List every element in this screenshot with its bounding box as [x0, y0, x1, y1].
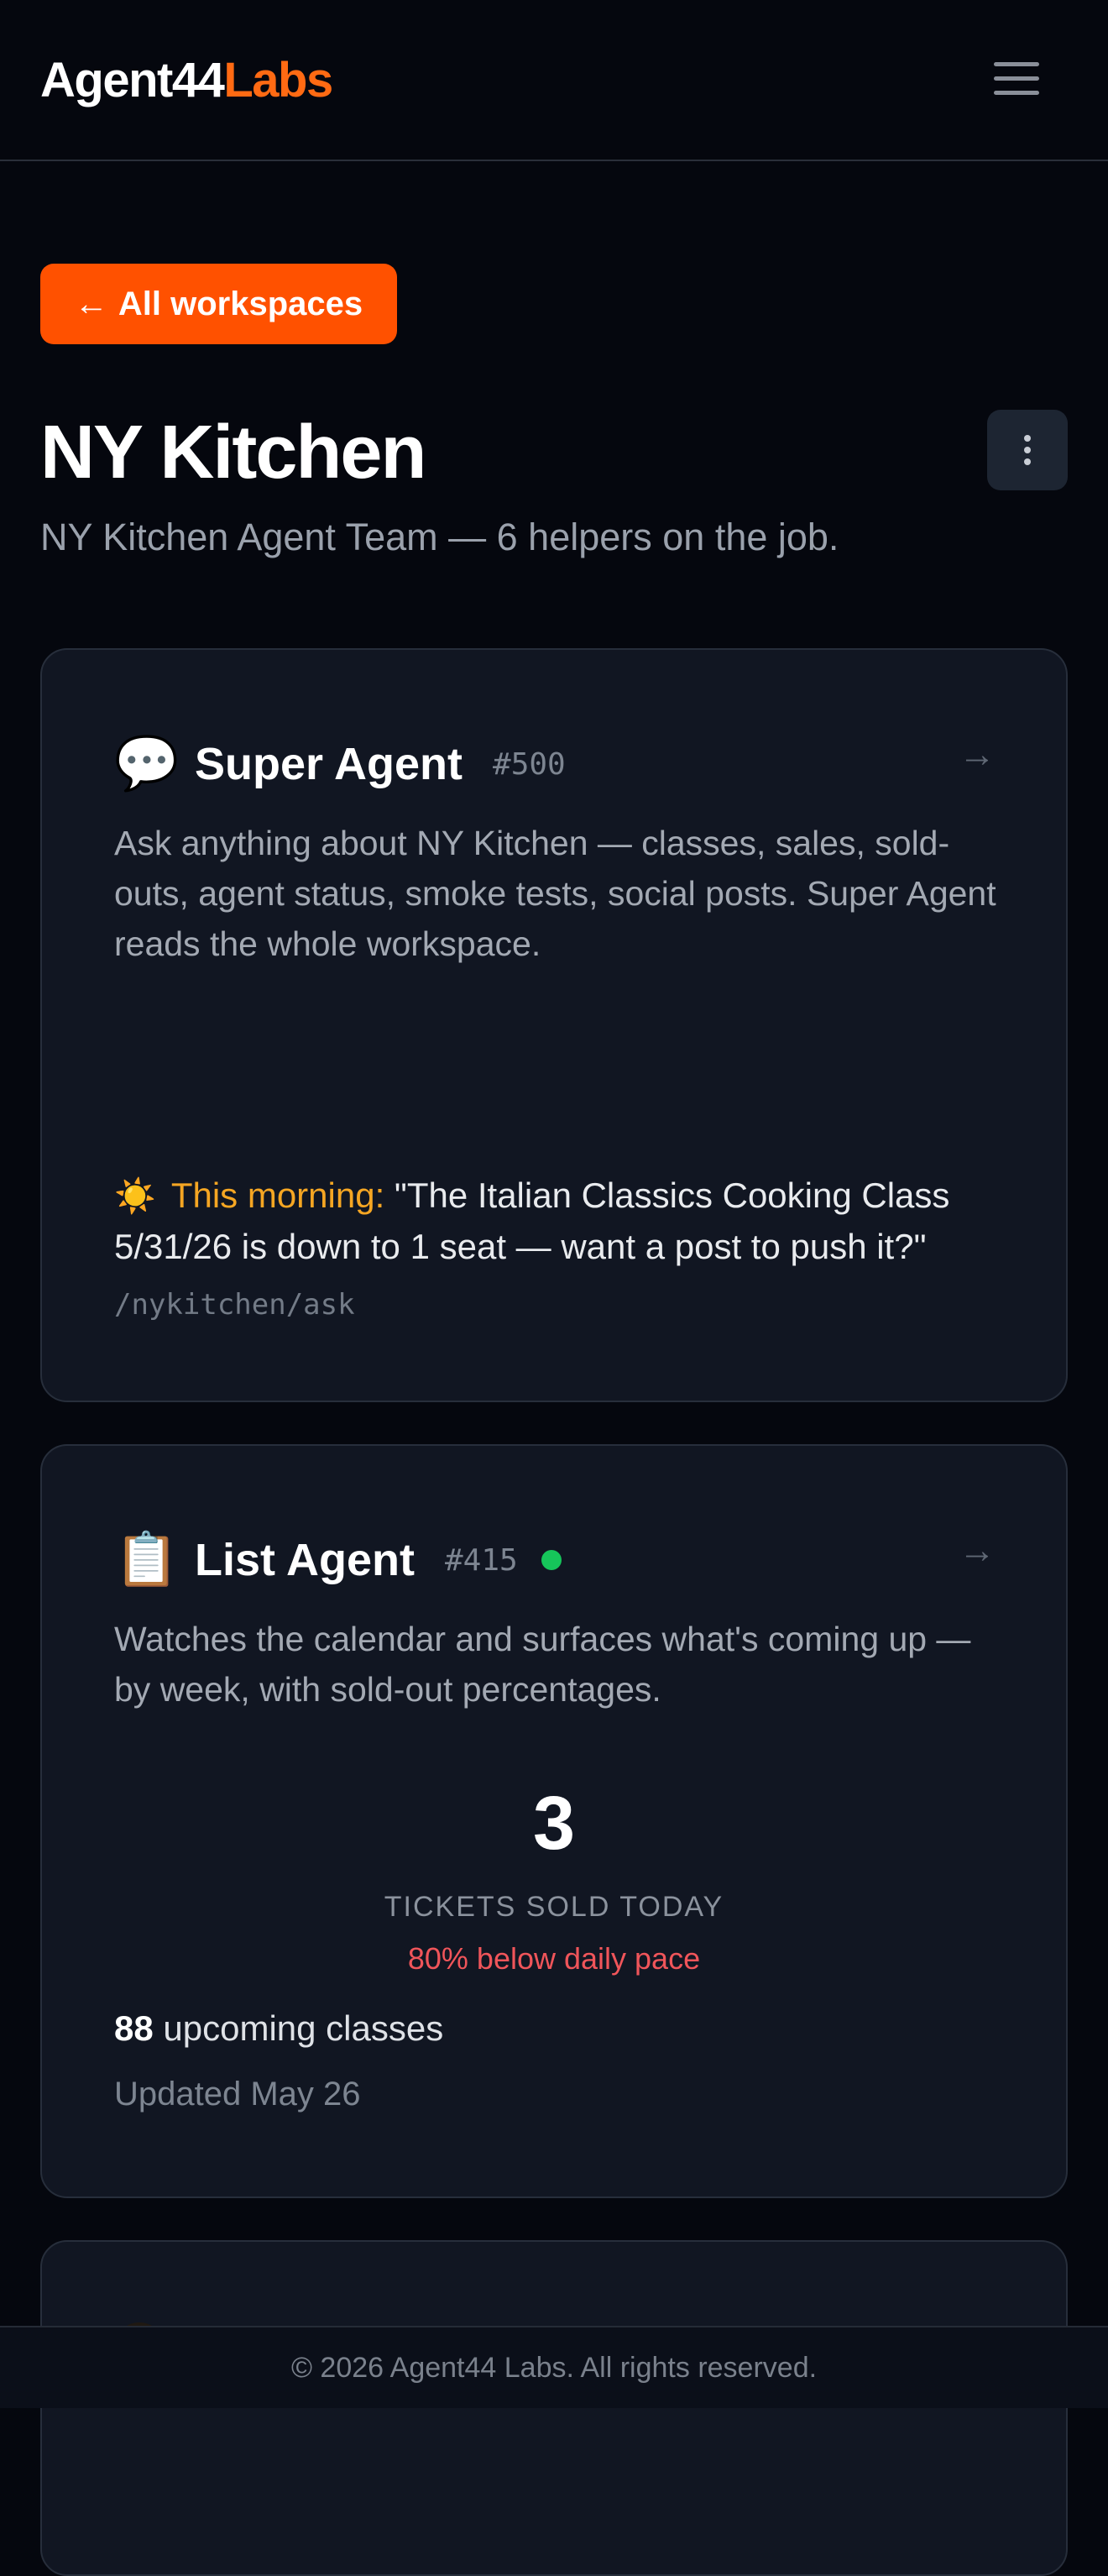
agent-name: Super Agent — [195, 739, 463, 789]
tickets-sold-value: 3 — [532, 1782, 576, 1866]
agent-name: List Agent — [195, 1535, 415, 1585]
upcoming-classes: 88 upcoming classes — [114, 2008, 443, 2049]
page-title: NY Kitchen — [40, 411, 426, 495]
speech-bubble-icon: 💬 — [114, 735, 180, 793]
agent-card-partial[interactable] — [40, 2240, 1068, 2576]
arrow-left-icon: ← — [74, 285, 108, 322]
arrow-right-icon[interactable]: → — [959, 1530, 996, 1572]
clipboard-icon: 📋 — [114, 1531, 180, 1589]
brand-logo[interactable]: Agent44Labs — [40, 49, 333, 113]
agent-description: Watches the calendar and surfaces what's… — [114, 1620, 971, 1709]
upcoming-count: 88 — [114, 2008, 154, 2048]
top-navbar: Agent44Labs — [0, 0, 1108, 161]
all-workspaces-button[interactable]: ← All workspaces — [40, 264, 397, 344]
status-online-dot — [541, 1550, 562, 1570]
hamburger-menu-icon[interactable] — [990, 59, 1044, 101]
more-vertical-icon[interactable] — [987, 410, 1068, 490]
morning-label: This morning: — [170, 1175, 385, 1215]
tickets-sold-label: TICKETS SOLD TODAY — [384, 1891, 724, 1923]
agent-card-list-agent[interactable]: 📋 List Agent #415 → Watches the calendar… — [40, 1444, 1068, 2198]
updated-timestamp: Updated May 26 — [114, 2076, 361, 2113]
agent-description: Ask anything about NY Kitchen — classes,… — [114, 824, 996, 963]
brand-name-primary: Agent44 — [40, 53, 225, 107]
copyright-text: © 2026 Agent44 Labs. All rights reserved… — [290, 2351, 818, 2384]
all-workspaces-label: All workspaces — [118, 285, 363, 322]
morning-suggestion: ☀️ This morning: "The Italian Classics Co… — [114, 1170, 1012, 1272]
agent-path: /nykitchen/ask — [114, 1288, 355, 1322]
page-footer: © 2026 Agent44 Labs. All rights reserved… — [0, 2326, 1108, 2408]
agent-card-header: 💬 Super Agent #500 — [114, 730, 566, 798]
arrow-right-icon[interactable]: → — [959, 734, 996, 776]
brand-name-accent: Labs — [223, 53, 333, 107]
agent-id: #500 — [493, 746, 566, 782]
agent-card-header: 📋 List Agent #415 — [114, 1526, 562, 1594]
sun-icon: ☀️ — [114, 1178, 156, 1215]
upcoming-label: upcoming classes — [163, 2008, 444, 2048]
pace-alert: 80% below daily pace — [407, 1941, 701, 1976]
page-subtitle: NY Kitchen Agent Team — 6 helpers on the… — [40, 516, 839, 558]
agent-id: #415 — [444, 1542, 518, 1578]
agent-card-super-agent[interactable]: 💬 Super Agent #500 → Ask anything about … — [40, 648, 1068, 1402]
